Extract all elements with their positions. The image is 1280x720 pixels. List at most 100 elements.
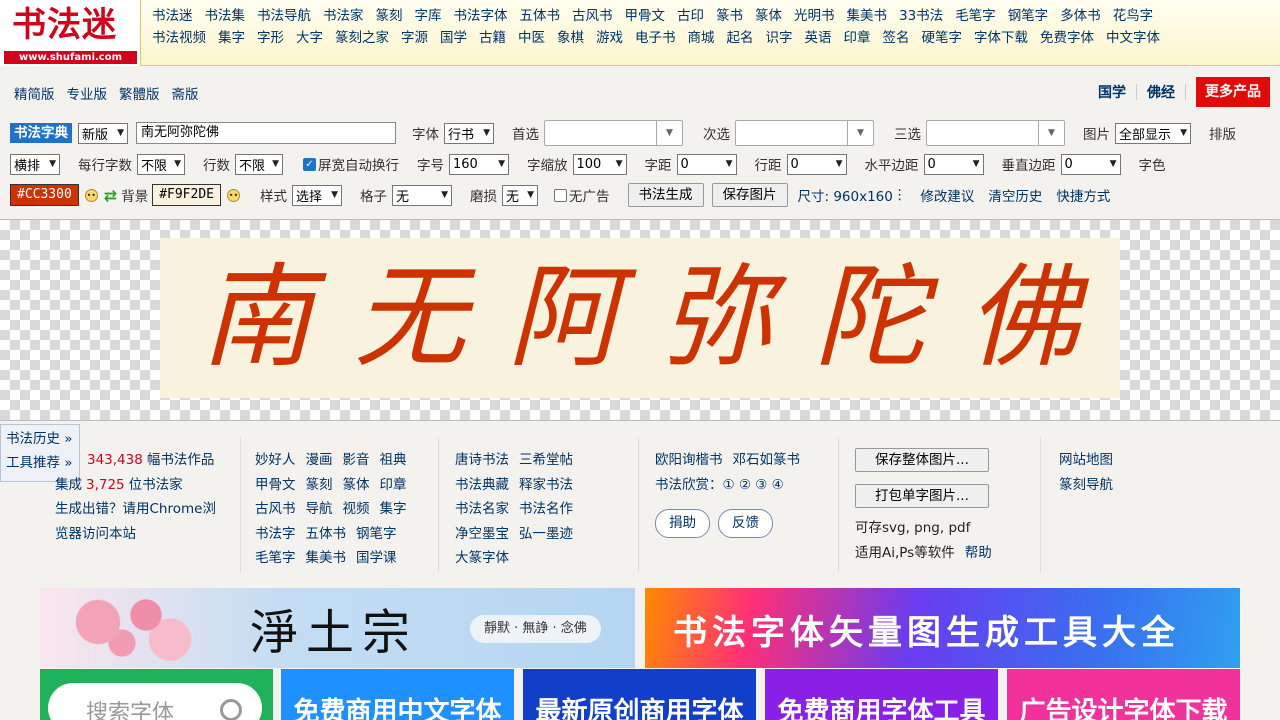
autowrap-checkbox[interactable]: ✓ [303,157,316,171]
nav-link[interactable]: 甲骨文 [625,6,666,26]
footer-link[interactable]: 网站地图 [1059,448,1113,473]
nav-link[interactable]: 篆体 [755,6,782,26]
nav-link[interactable]: 书法视频 [152,28,206,48]
nav-link[interactable]: 电子书 [635,28,676,48]
grid-select[interactable]: 无 ▼ [392,184,452,206]
footer-link[interactable]: 书法典藏 [455,473,509,498]
more-icon[interactable]: ⋮ [893,187,907,203]
nav-link[interactable]: 免费字体 [1040,28,1094,48]
footer-link[interactable]: 甲骨文 [255,473,296,498]
chevron-down-icon[interactable]: ▼ [847,121,873,145]
footer-link[interactable]: 篆刻导航 [1059,473,1113,498]
chevron-down-icon[interactable]: ▼ [1038,121,1064,145]
footer-link[interactable]: 印章 [380,473,407,498]
footer-link[interactable]: 篆体 [343,473,370,498]
guoxue-link[interactable]: 国学 [1098,82,1126,102]
nav-link[interactable]: 字形 [257,28,284,48]
version-link[interactable]: 精简版 [14,83,55,103]
nav-link[interactable]: 签名 [883,28,910,48]
nav-link[interactable]: 象棋 [557,28,584,48]
nav-link[interactable]: 篆书 [716,6,743,26]
feedback-button[interactable]: 反馈 [718,509,773,538]
appreciate-links[interactable]: 书法欣赏：① ② ③ ④ [655,473,810,498]
nav-link[interactable]: 商城 [688,28,715,48]
original-fonts-tile[interactable]: 最新原创商用字体 [523,669,756,720]
nav-link[interactable]: 硬笔字 [922,28,963,48]
pack-chars-button[interactable]: 打包单字图片... [855,483,989,508]
calligraphy-image[interactable]: 南无阿弥陀佛 [160,238,1120,398]
nav-link[interactable]: 字源 [401,28,428,48]
nav-link[interactable]: 光明书 [794,6,835,26]
bg-picker-icon[interactable]: •• [227,188,240,202]
footer-link[interactable]: 古风书 [255,497,296,522]
nav-link[interactable]: 书法集 [205,6,246,26]
footer-link[interactable]: 书法字 [255,522,296,547]
free-chinese-fonts-tile[interactable]: 免费商用中文字体 [281,669,514,720]
ad-fonts-tile[interactable]: 广告设计字体下载 [1007,669,1240,720]
swap-colors-icon[interactable]: ⇄ [104,186,117,205]
nav-link[interactable]: 古风书 [572,6,613,26]
linespacing-select[interactable]: 0 ▼ [786,153,847,175]
nav-link[interactable]: 国学 [440,28,467,48]
save-image-button[interactable]: 保存图片 [711,183,788,207]
nav-link[interactable]: 起名 [727,28,754,48]
footer-link[interactable]: 视频 [343,497,370,522]
footer-link[interactable]: 三希堂帖 [519,448,573,473]
footer-link[interactable]: 集字 [380,497,407,522]
version-link[interactable]: 斋版 [172,83,199,103]
footer-link[interactable]: 漫画 [306,448,333,473]
lines-select[interactable]: 不限 ▼ [235,153,283,175]
clear-history-link[interactable]: 清空历史 [988,185,1042,205]
version-select[interactable]: 新版 ▼ [78,122,128,144]
history-tab[interactable]: 书法历史 » [1,425,79,449]
footer-link[interactable]: 钢笔字 [356,522,397,547]
nav-link[interactable]: 篆刻之家 [335,28,389,48]
shortcut-link[interactable]: 快捷方式 [1056,185,1110,205]
hmargin-select[interactable]: 0 ▼ [923,153,984,175]
footer-link[interactable]: 净空墨宝 [455,522,509,547]
nav-link[interactable]: 书法字体 [454,6,508,26]
per-line-select[interactable]: 不限 ▼ [137,153,185,175]
donate-button[interactable]: 捐助 [655,509,710,538]
ouyang-link[interactable]: 欧阳询楷书 [655,448,723,473]
font-select[interactable]: 行书 ▼ [444,122,494,144]
footer-link[interactable]: 集美书 [306,546,347,571]
nav-link[interactable]: 集美书 [847,6,888,26]
nav-link[interactable]: 字库 [415,6,442,26]
footer-link[interactable]: 大篆字体 [455,546,509,571]
vmargin-select[interactable]: 0 ▼ [1060,153,1121,175]
nav-link[interactable]: 毛笔字 [955,6,996,26]
nav-link[interactable]: 书法迷 [152,6,193,26]
nav-link[interactable]: 大字 [296,28,323,48]
second-choice-combo[interactable]: ▼ [735,120,874,146]
text-input[interactable]: 南无阿弥陀佛 [136,122,396,144]
footer-link[interactable]: 书法名家 [455,497,509,522]
chevron-down-icon[interactable]: ▼ [656,121,682,145]
nav-link[interactable]: 33书法 [899,6,943,26]
size-select[interactable]: 160 ▼ [449,153,509,175]
footer-link[interactable]: 书法名作 [519,497,573,522]
deng-link[interactable]: 邓石如篆书 [733,448,801,473]
nav-link[interactable]: 书法导航 [257,6,311,26]
nav-link[interactable]: 集字 [218,28,245,48]
ink-color-input[interactable]: #CC3300 [10,184,79,206]
footer-link[interactable]: 释家书法 [519,473,573,498]
nav-link[interactable]: 古籍 [479,28,506,48]
scale-select[interactable]: 100 ▼ [572,153,627,175]
nav-link[interactable]: 英语 [805,28,832,48]
image-select[interactable]: 全部显示 ▼ [1115,122,1191,144]
style-select[interactable]: 选择 ▼ [292,184,342,206]
footer-link[interactable]: 国学课 [356,546,397,571]
nav-link[interactable]: 中文字体 [1106,28,1160,48]
footer-link[interactable]: 导航 [306,497,333,522]
noad-checkbox[interactable] [554,188,567,202]
footer-link[interactable]: 五体书 [306,522,347,547]
spacing-select[interactable]: 0 ▼ [676,153,737,175]
nav-link[interactable]: 游戏 [596,28,623,48]
footer-link[interactable]: 毛笔字 [255,546,296,571]
search-icon[interactable] [220,699,242,720]
font-tools-tile[interactable]: 免费商用字体工具 [765,669,998,720]
suggest-link[interactable]: 修改建议 [920,185,974,205]
footer-link[interactable]: 影音 [343,448,370,473]
bg-color-input[interactable]: #F9F2DE [152,184,221,206]
